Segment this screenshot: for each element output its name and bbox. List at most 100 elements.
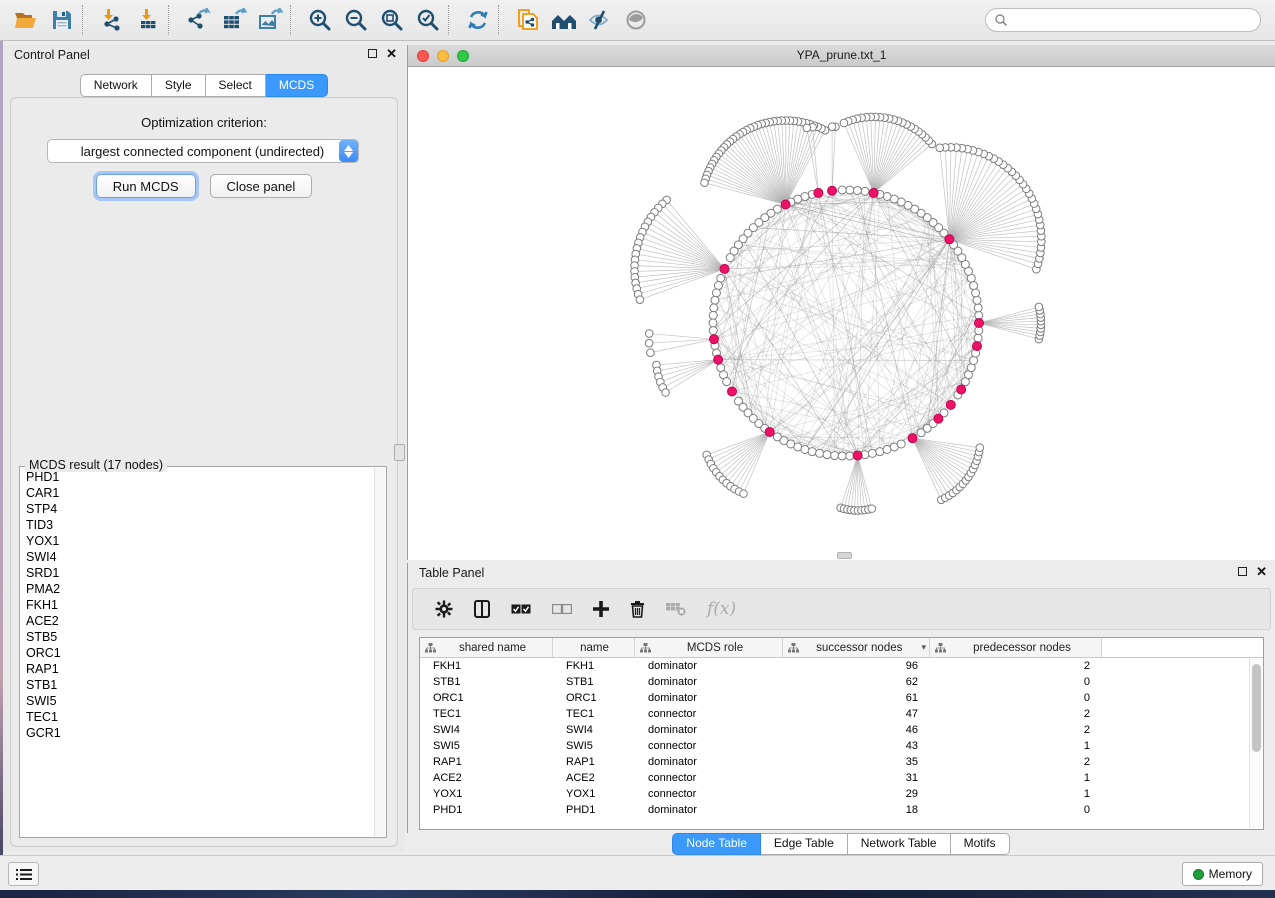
close-panel-button[interactable]: Close panel [210,174,313,198]
table-row[interactable]: SWI5SWI5connector431 [420,738,1263,754]
delete-column-trash-icon[interactable] [630,600,645,618]
table-scrollbar-thumb[interactable] [1252,664,1261,752]
mcds-result-item[interactable]: SRD1 [21,565,373,581]
mcds-result-item[interactable]: TEC1 [21,709,373,725]
table-header-row: shared namenameMCDS rolesuccessor nodes▾… [420,638,1263,658]
toolbar-separator [168,5,175,35]
table-tab-node-table[interactable]: Node Table [672,833,761,855]
table-scrollbar[interactable] [1249,659,1262,828]
task-history-button[interactable] [8,862,39,886]
node-table[interactable]: shared namenameMCDS rolesuccessor nodes▾… [419,637,1264,830]
network-titlebar[interactable]: YPA_prune.txt_1 [408,45,1275,67]
show-column-panel-icon[interactable] [474,600,490,618]
table-tab-motifs[interactable]: Motifs [951,833,1010,855]
zoom-out-icon[interactable] [338,3,374,37]
table-row[interactable]: ACE2ACE2connector311 [420,770,1263,786]
mcds-result-item[interactable]: TID3 [21,517,373,533]
float-panel-icon[interactable] [368,49,377,58]
window-close-icon[interactable] [417,50,429,62]
select-all-columns-icon[interactable] [511,604,531,614]
column-header-predecessor-nodes[interactable]: predecessor nodes [930,638,1102,657]
mcds-result-item[interactable]: STP4 [21,501,373,517]
network-graph[interactable] [408,67,1274,558]
desktop-wallpaper-bottom [0,890,1275,898]
search-box[interactable] [985,8,1261,32]
table-row[interactable]: PHD1PHD1dominator180 [420,802,1263,818]
mcds-result-item[interactable]: GCR1 [21,725,373,741]
mcds-result-item[interactable]: FKH1 [21,597,373,613]
network-canvas[interactable] [408,67,1275,560]
table-settings-gear-icon[interactable] [435,600,453,618]
table-panel: Table Panel ✕ f(x) shared namenameMCDS [407,563,1275,833]
table-row[interactable]: STB1STB1dominator620 [420,674,1263,690]
mcds-result-item[interactable]: STB1 [21,677,373,693]
mcds-result-item[interactable]: PHD1 [21,469,373,485]
window-minimize-icon[interactable] [437,50,449,62]
mcds-result-item[interactable]: YOX1 [21,533,373,549]
float-table-panel-icon[interactable] [1238,567,1247,576]
open-session-icon[interactable] [8,3,44,37]
memory-label: Memory [1209,867,1252,881]
table-row[interactable]: RAP1RAP1dominator352 [420,754,1263,770]
table-toolbar: f(x) [412,588,1271,630]
show-hidden-icon[interactable] [618,3,654,37]
apply-layout-icon[interactable] [460,3,496,37]
tab-style[interactable]: Style [152,74,206,97]
table-panel-title: Table Panel [419,566,484,580]
memory-button[interactable]: Memory [1182,862,1263,886]
run-mcds-button[interactable]: Run MCDS [96,174,196,198]
column-header-successor-nodes[interactable]: successor nodes▾ [783,638,930,657]
zoom-selected-icon[interactable] [410,3,446,37]
mcds-result-item[interactable]: ORC1 [21,645,373,661]
mcds-result-item[interactable]: STB5 [21,629,373,645]
criterion-select[interactable]: largest connected component (undirected) [47,139,359,163]
zoom-in-icon[interactable] [302,3,338,37]
mcds-result-item[interactable]: SWI4 [21,549,373,565]
import-network-icon[interactable] [94,3,130,37]
create-column-icon[interactable] [593,601,609,617]
first-neighbors-icon[interactable] [546,3,582,37]
mcds-result-item[interactable]: SWI5 [21,693,373,709]
table-tab-network-table[interactable]: Network Table [848,833,951,855]
mcds-list-scrollbar[interactable] [374,468,385,836]
canvas-splitter-grip[interactable] [837,552,852,559]
close-table-panel-icon[interactable]: ✕ [1256,567,1267,576]
criterion-selected-value: largest connected component (undirected) [48,144,339,159]
mcds-result-item[interactable]: RAP1 [21,661,373,677]
import-table-icon[interactable] [130,3,166,37]
mcds-result-item[interactable]: CAR1 [21,485,373,501]
table-row[interactable]: YOX1YOX1connector291 [420,786,1263,802]
tab-network[interactable]: Network [80,74,152,97]
column-header-MCDS-role[interactable]: MCDS role [635,638,783,657]
window-maximize-icon[interactable] [457,50,469,62]
function-builder-icon[interactable]: f(x) [707,599,736,619]
mcds-result-item[interactable]: ACE2 [21,613,373,629]
save-session-icon[interactable] [44,3,80,37]
table-tab-edge-table[interactable]: Edge Table [761,833,848,855]
table-row[interactable]: SWI4SWI4dominator462 [420,722,1263,738]
column-header-shared-name[interactable]: shared name [420,638,553,657]
export-network-icon[interactable] [180,3,216,37]
memory-status-icon [1193,869,1204,880]
export-image-icon[interactable] [252,3,288,37]
mcds-result-list[interactable]: PHD1CAR1STP4TID3YOX1SWI4SRD1PMA2FKH1ACE2… [21,469,373,836]
deselect-all-columns-icon[interactable] [552,604,572,614]
zoom-fit-icon[interactable] [374,3,410,37]
table-row[interactable]: FKH1FKH1dominator962 [420,658,1263,674]
main-toolbar [0,0,1275,41]
network-title: YPA_prune.txt_1 [408,45,1275,66]
table-row[interactable]: TEC1TEC1connector472 [420,706,1263,722]
table-row[interactable]: ORC1ORC1dominator610 [420,690,1263,706]
export-table-icon[interactable] [216,3,252,37]
hide-selected-icon[interactable] [582,3,618,37]
tab-mcds[interactable]: MCDS [266,74,328,97]
mcds-result-item[interactable]: PMA2 [21,581,373,597]
search-input[interactable] [1008,11,1260,29]
tab-select[interactable]: Select [206,74,266,97]
control-panel-tabs: NetworkStyleSelectMCDS [3,74,405,97]
close-panel-icon[interactable]: ✕ [386,49,397,58]
delete-table-icon[interactable] [666,602,686,616]
column-header-name[interactable]: name [553,638,635,657]
panel-splitter-grip[interactable] [394,444,405,461]
new-network-from-selection-icon[interactable] [510,3,546,37]
